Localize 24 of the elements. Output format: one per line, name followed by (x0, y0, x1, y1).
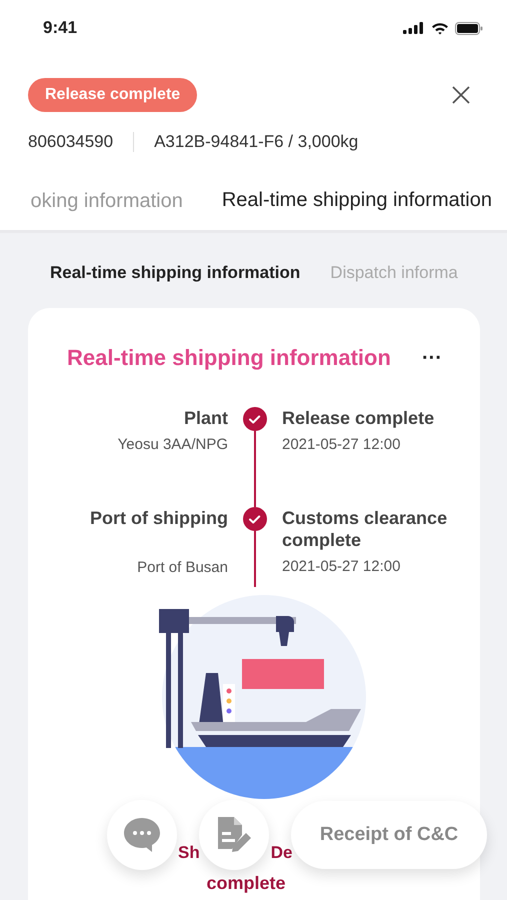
step-status: Customs clearance complete (282, 507, 448, 551)
more-button[interactable]: ··· (422, 346, 442, 370)
caption-text: complete (206, 873, 286, 894)
caption-fragment: De (270, 843, 292, 863)
caption-fragment: Sh (178, 843, 200, 863)
step-status: Release complete (282, 407, 436, 429)
wifi-icon (431, 22, 449, 34)
sub-tab[interactable]: Real-time shipping information (50, 263, 300, 283)
step-location: Port of Busan (137, 559, 228, 576)
step-time: 2021-05-27 12:00 (282, 436, 402, 453)
receipt-button[interactable]: Receipt of C&C (291, 801, 487, 869)
step-location: Yeosu 3AA/NPG (118, 436, 228, 453)
order-number: 806034590 (28, 132, 114, 152)
signal-icon (403, 22, 425, 34)
status-badge: Release complete (28, 78, 198, 112)
step-place: Plant (184, 407, 228, 429)
battery-icon (455, 22, 483, 34)
card-title: Real-time shipping information (67, 345, 391, 371)
close-button[interactable] (451, 85, 471, 105)
step-time: 2021-05-27 12:00 (282, 558, 402, 575)
status-time: 9:41 (43, 18, 78, 38)
step-place: Port of shipping (90, 507, 228, 529)
product-info: A312B-94841-F6 / 3,000kg (154, 132, 358, 152)
chat-icon (122, 816, 162, 854)
